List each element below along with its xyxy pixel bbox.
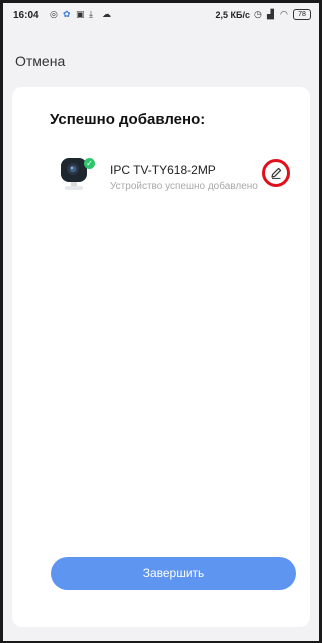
card-title: Успешно добавлено: (50, 111, 206, 128)
gallery-icon: ▣ (76, 9, 85, 19)
alarm-icon: ◷ (254, 9, 262, 19)
app-icon: ✿ (63, 9, 71, 19)
network-speed: 2,5 КБ/с (215, 9, 250, 20)
phone-screen: 16:04 ◎ ✿ ▣ ⤓ ☁ 2,5 КБ/с ◷ ▟ ◠ 78 Отмена… (0, 0, 322, 643)
device-status: Устройство успешно добавлено (110, 181, 258, 192)
whatsapp-icon: ◎ (50, 9, 58, 19)
battery-icon: 78 (293, 9, 311, 20)
download-icon: ⤓ (89, 9, 93, 19)
notification-icons: ◎ ✿ ▣ ⤓ ☁ (50, 10, 111, 19)
top-bar: Отмена (3, 49, 319, 79)
finish-button[interactable]: Завершить (51, 557, 296, 590)
check-icon: ✓ (84, 158, 95, 169)
cloud-icon: ☁ (102, 9, 111, 19)
result-card: Успешно добавлено: ✓ IPC TV-TY618-2MP Ус… (12, 87, 310, 627)
pencil-icon (271, 167, 282, 179)
wifi-icon: ◠ (280, 9, 288, 19)
status-right: 2,5 КБ/с ◷ ▟ ◠ 78 (216, 9, 311, 20)
edit-name-button[interactable] (262, 159, 290, 187)
cancel-button[interactable]: Отмена (15, 53, 65, 69)
status-bar: 16:04 ◎ ✿ ▣ ⤓ ☁ 2,5 КБ/с ◷ ▟ ◠ 78 (3, 3, 319, 31)
signal-icon: ▟ (267, 9, 274, 19)
device-name: IPC TV-TY618-2MP (110, 163, 216, 177)
status-time: 16:04 (13, 10, 39, 21)
